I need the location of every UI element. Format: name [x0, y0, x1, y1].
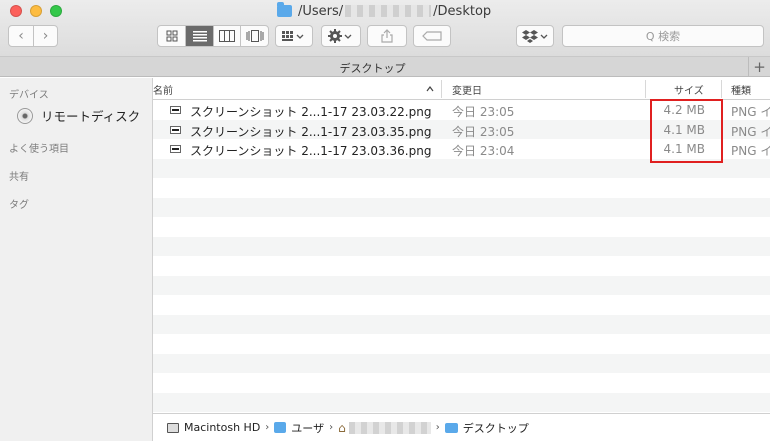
- path-bar: Macintosh HD › ユーザ › ⌂ › デスクトップ: [153, 413, 770, 441]
- empty-row: [153, 353, 770, 373]
- file-modified: 今日 23:05: [452, 124, 515, 139]
- sidebar-item-label: リモートディスク: [41, 109, 141, 124]
- grid-icon: [166, 30, 178, 42]
- search-placeholder: Q 検索: [645, 30, 681, 43]
- empty-row: [153, 295, 770, 315]
- folder-icon: [277, 2, 292, 17]
- empty-row: [153, 178, 770, 198]
- file-list: 名前 変更日 サイズ 種類 スクリーンショット 2...1-17 23.03.2…: [153, 78, 770, 413]
- empty-row: [153, 373, 770, 393]
- empty-row: [153, 314, 770, 334]
- arrange-button[interactable]: [275, 25, 313, 47]
- tag-button[interactable]: [413, 25, 451, 47]
- column-kind[interactable]: 種類: [731, 82, 751, 97]
- list-view-button[interactable]: [185, 26, 213, 46]
- window-controls: [10, 5, 62, 17]
- tab-bar: デスクトップ +: [0, 57, 770, 77]
- empty-row: [153, 275, 770, 295]
- empty-row: [153, 256, 770, 276]
- column-separator[interactable]: [645, 80, 646, 98]
- path-item-disk[interactable]: Macintosh HD: [184, 421, 260, 434]
- sort-ascending-icon: [426, 86, 434, 92]
- column-header: 名前 変更日 サイズ 種類: [153, 78, 770, 100]
- file-modified: 今日 23:04: [452, 144, 515, 158]
- column-modified[interactable]: 変更日: [452, 82, 482, 97]
- file-kind: PNG イ: [731, 124, 770, 139]
- users-folder-icon: [274, 422, 287, 433]
- file-kind: PNG イ: [731, 144, 770, 158]
- image-file-icon: [170, 145, 181, 153]
- chevron-left-icon: ‹: [18, 28, 24, 44]
- chevron-right-icon: ›: [42, 28, 49, 44]
- gallery-view-button[interactable]: [240, 26, 268, 46]
- sidebar-section-shared: 共有: [9, 172, 29, 183]
- image-file-icon: [170, 106, 181, 114]
- gear-icon: [328, 29, 352, 43]
- sidebar-section-favorites: よく使う項目: [9, 144, 69, 155]
- sidebar-section-tags: タグ: [9, 200, 29, 211]
- share-icon: [381, 29, 393, 43]
- close-button[interactable]: [10, 5, 22, 17]
- title-prefix: /Users/: [298, 3, 344, 19]
- column-name[interactable]: 名前: [153, 82, 173, 97]
- home-icon: ⌂: [338, 420, 346, 435]
- arrange-grid-icon: [282, 31, 304, 41]
- file-name: スクリーンショット 2...1-17 23.03.22.png: [190, 105, 432, 119]
- path-item-desktop[interactable]: デスクトップ: [463, 420, 529, 436]
- share-button[interactable]: [367, 25, 407, 47]
- dropbox-icon: [522, 30, 548, 43]
- coverflow-icon: [246, 30, 264, 42]
- icon-view-button[interactable]: [158, 26, 185, 46]
- action-button[interactable]: [321, 25, 361, 47]
- file-modified: 今日 23:05: [452, 105, 515, 119]
- sidebar: デバイス リモートディスク よく使う項目 共有 タグ: [0, 78, 153, 441]
- chevron-right-icon: ›: [265, 422, 270, 433]
- sidebar-section-devices: デバイス: [9, 90, 49, 101]
- tab-desktop[interactable]: デスクトップ: [0, 60, 745, 76]
- empty-row: [153, 217, 770, 237]
- dropbox-button[interactable]: [516, 25, 554, 47]
- empty-row: [153, 334, 770, 354]
- title-suffix: /Desktop: [433, 3, 492, 19]
- desktop-folder-icon: [444, 422, 458, 433]
- navigation-buttons: ‹ ›: [8, 25, 58, 47]
- plus-icon: +: [753, 58, 766, 76]
- search-input[interactable]: Q 検索: [562, 25, 764, 47]
- hard-drive-icon: [167, 422, 179, 433]
- tag-icon: [422, 31, 442, 41]
- image-file-icon: [170, 125, 181, 134]
- path-item-users[interactable]: ユーザ: [291, 420, 324, 436]
- list-icon: [192, 31, 207, 42]
- disc-icon: [17, 107, 33, 124]
- file-name: スクリーンショット 2...1-17 23.03.35.png: [190, 124, 432, 139]
- redacted-username: [345, 5, 432, 17]
- back-button[interactable]: ‹: [9, 26, 33, 46]
- chevron-right-icon: ›: [329, 422, 334, 433]
- sidebar-item-remote-disc[interactable]: リモートディスク: [17, 106, 140, 125]
- forward-button[interactable]: ›: [33, 26, 57, 46]
- size-highlight-box: [650, 99, 723, 163]
- file-kind: PNG イ: [731, 105, 770, 119]
- empty-row: [153, 392, 770, 412]
- redacted-username[interactable]: [348, 421, 431, 434]
- column-size[interactable]: サイズ: [674, 82, 704, 97]
- file-name: スクリーンショット 2...1-17 23.03.36.png: [190, 144, 432, 158]
- column-separator[interactable]: [441, 80, 442, 98]
- columns-icon: [219, 30, 236, 42]
- view-mode-buttons: [157, 25, 269, 47]
- chevron-right-icon: ›: [435, 422, 440, 433]
- column-view-button[interactable]: [212, 26, 241, 46]
- window-toolbar: /Users/ /Desktop ‹ › Q 検索: [0, 0, 770, 57]
- minimize-button[interactable]: [30, 5, 42, 17]
- column-separator[interactable]: [721, 80, 722, 98]
- empty-row: [153, 236, 770, 256]
- empty-row: [153, 197, 770, 217]
- window-title: /Users/ /Desktop: [277, 2, 491, 20]
- new-tab-button[interactable]: +: [748, 57, 770, 77]
- zoom-button[interactable]: [50, 5, 62, 17]
